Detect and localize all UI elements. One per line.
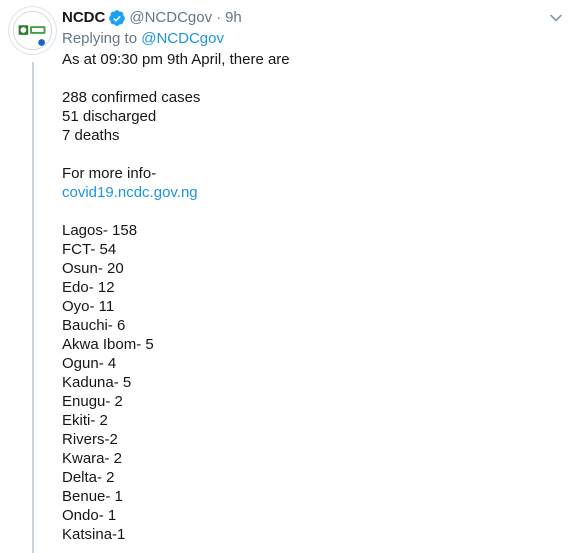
timestamp[interactable]: 9h [225,8,242,28]
tweet-text: As at 09:30 pm 9th April, there are 288 … [62,50,554,544]
state-case-line: FCT- 54 [62,241,117,258]
state-case-line: Katsina-1 [62,526,126,543]
tweet-header: NCDC @NCDCgov · 9h [62,8,534,28]
state-case-line: Oyo- 11 [62,298,115,315]
avatar[interactable] [8,6,57,55]
state-case-line: Rivers-2 [62,431,118,448]
state-case-line: Kaduna- 5 [62,374,132,391]
state-case-line: Edo- 12 [62,279,115,296]
state-case-line: Ogun- 4 [62,355,117,372]
discharged-line: 51 discharged [62,108,157,125]
state-case-line: Lagos- 158 [62,222,138,239]
display-name[interactable]: NCDC [62,8,105,28]
state-case-line: Kwara- 2 [62,450,123,467]
thread-line [32,62,34,553]
confirmed-cases-line: 288 confirmed cases [62,89,201,106]
replying-to-link[interactable]: @NCDCgov [141,30,224,47]
ncdc-logo-icon [9,7,56,54]
deaths-line: 7 deaths [62,127,120,144]
more-info-link[interactable]: covid19.ncdc.gov.ng [62,184,198,201]
replying-to-label: Replying to [62,30,138,47]
state-list: Lagos- 158 FCT- 54 Osun- 20 Edo- 12 Oyo- 11 B… [62,221,554,544]
state-case-line: Ondo- 1 [62,507,117,524]
state-case-line: Osun- 20 [62,260,124,277]
intro-line: As at 09:30 pm 9th April, there are [62,51,290,68]
state-case-line: Benue- 1 [62,488,123,505]
handle[interactable]: @NCDCgov [129,8,212,28]
chevron-down-icon [550,14,562,22]
replying-to: Replying to @NCDCgov [62,29,224,49]
state-case-line: Bauchi- 6 [62,317,126,334]
state-case-line: Delta- 2 [62,469,115,486]
state-case-line: Akwa Ibom- 5 [62,336,154,353]
more-info-line: For more info- [62,165,157,182]
state-case-line: Ekiti- 2 [62,412,108,429]
tweet-menu-button[interactable] [546,10,566,26]
state-case-line: Enugu- 2 [62,393,123,410]
verified-badge-icon [108,9,126,27]
separator-dot: · [216,9,222,26]
